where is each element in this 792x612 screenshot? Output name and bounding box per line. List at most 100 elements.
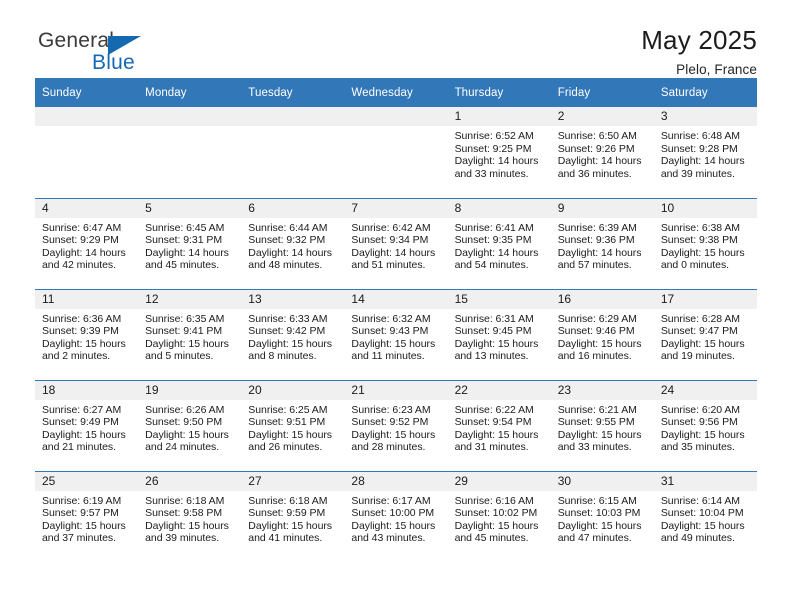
day-number: 19 — [138, 380, 242, 400]
day-cell-inner — [35, 107, 139, 197]
sunset-line: Sunset: 9:57 PM — [42, 507, 119, 520]
sunrise-line: Sunrise: 6:18 AM — [145, 494, 225, 507]
calendar-week-row: 4 Sunrise: 6:47 AM Sunset: 9:29 PM Daylight… — [35, 197, 757, 289]
daylight-line-cont: and 45 minutes. — [454, 532, 529, 545]
day-number: 3 — [653, 107, 757, 126]
daylight-line: Daylight: 15 hours — [557, 337, 642, 350]
calendar-day-cell[interactable]: 24 Sunrise: 6:20 AM Sunset: 9:56 PM Dayligh… — [653, 379, 757, 471]
day-details: Sunrise: 6:22 AM Sunset: 9:54 PM Daylight:… — [448, 400, 551, 454]
calendar-day-cell[interactable]: 20 Sunrise: 6:25 AM Sunset: 9:51 PM Dayligh… — [241, 379, 345, 471]
calendar-day-cell[interactable]: 23 Sunrise: 6:21 AM Sunset: 9:55 PM Dayligh… — [550, 379, 654, 471]
general-blue-logo[interactable]: General Blue — [35, 26, 165, 78]
day-details: Sunrise: 6:45 AM Sunset: 9:31 PM Daylight:… — [138, 218, 241, 272]
sunset-line: Sunset: 9:56 PM — [660, 416, 738, 429]
calendar-day-cell[interactable]: 18 Sunrise: 6:27 AM Sunset: 9:49 PM Dayligh… — [35, 379, 139, 471]
daylight-line: Daylight: 15 hours — [454, 519, 539, 532]
day-number: 17 — [653, 289, 757, 309]
daylight-line-cont: and 16 minutes. — [557, 350, 632, 363]
daylight-line-cont: and 13 minutes. — [454, 350, 529, 363]
sunrise-line: Sunrise: 6:19 AM — [42, 494, 122, 507]
calendar-day-cell[interactable]: 30 Sunrise: 6:15 AM Sunset: 10:03 PM Daylig… — [550, 470, 654, 562]
page-header: General Blue May 2025 Plelo, France — [35, 0, 757, 77]
calendar-day-cell[interactable]: 25 Sunrise: 6:19 AM Sunset: 9:57 PM Dayligh… — [35, 470, 139, 562]
day-cell-inner: 12 Sunrise: 6:35 AM Sunset: 9:41 PM Dayligh… — [138, 289, 242, 380]
sunset-line: Sunset: 9:28 PM — [660, 142, 738, 155]
sunset-line: Sunset: 9:49 PM — [42, 416, 119, 429]
day-number: 25 — [35, 471, 139, 491]
day-details — [344, 126, 447, 130]
daylight-line: Daylight: 15 hours — [351, 428, 436, 441]
sunrise-line: Sunrise: 6:28 AM — [660, 312, 741, 325]
day-number: 7 — [344, 198, 448, 218]
day-cell-inner: 10 Sunrise: 6:38 AM Sunset: 9:38 PM Dayligh… — [653, 198, 757, 289]
logo-word-blue: Blue — [92, 51, 135, 74]
day-cell-inner: 8 Sunrise: 6:41 AM Sunset: 9:35 PM Daylight… — [447, 198, 551, 289]
day-cell-inner: 19 Sunrise: 6:26 AM Sunset: 9:50 PM Dayligh… — [138, 380, 242, 471]
daylight-line-cont: and 54 minutes. — [454, 259, 529, 272]
daylight-line-cont: and 21 minutes. — [42, 441, 116, 454]
day-details: Sunrise: 6:47 AM Sunset: 9:29 PM Daylight:… — [35, 218, 138, 272]
daylight-line: Daylight: 15 hours — [351, 519, 436, 532]
calendar-day-cell[interactable]: 1 Sunrise: 6:52 AM Sunset: 9:25 PM Daylight… — [447, 107, 551, 198]
day-details: Sunrise: 6:27 AM Sunset: 9:49 PM Daylight:… — [35, 400, 138, 454]
sunset-line: Sunset: 9:35 PM — [454, 234, 532, 247]
day-details: Sunrise: 6:16 AM Sunset: 10:02 PM Daylight… — [448, 491, 551, 545]
calendar-day-cell[interactable]: 14 Sunrise: 6:32 AM Sunset: 9:43 PM Dayligh… — [344, 288, 448, 380]
calendar-day-cell[interactable]: 6 Sunrise: 6:44 AM Sunset: 9:32 PM Daylight… — [241, 197, 345, 289]
daylight-line-cont: and 31 minutes. — [454, 441, 529, 454]
calendar-day-cell[interactable]: 4 Sunrise: 6:47 AM Sunset: 9:29 PM Daylight… — [35, 197, 139, 289]
day-number: 30 — [550, 471, 654, 491]
day-number: 9 — [550, 198, 654, 218]
daylight-line: Daylight: 14 hours — [557, 155, 642, 168]
calendar-day-cell[interactable]: 26 Sunrise: 6:18 AM Sunset: 9:58 PM Dayligh… — [138, 470, 242, 562]
calendar-day-cell[interactable]: 7 Sunrise: 6:42 AM Sunset: 9:34 PM Daylight… — [344, 197, 448, 289]
calendar-day-cell[interactable]: 15 Sunrise: 6:31 AM Sunset: 9:45 PM Dayligh… — [447, 288, 551, 380]
day-details: Sunrise: 6:50 AM Sunset: 9:26 PM Daylight:… — [551, 126, 654, 180]
calendar-day-cell[interactable]: 11 Sunrise: 6:36 AM Sunset: 9:39 PM Dayligh… — [35, 288, 139, 380]
calendar-day-cell[interactable]: 17 Sunrise: 6:28 AM Sunset: 9:47 PM Dayligh… — [653, 288, 757, 380]
day-number: 6 — [241, 198, 345, 218]
day-cell-inner: 9 Sunrise: 6:39 AM Sunset: 9:36 PM Daylight… — [550, 198, 654, 289]
calendar-day-cell[interactable]: 21 Sunrise: 6:23 AM Sunset: 9:52 PM Dayligh… — [344, 379, 448, 471]
calendar-week-row: 1 Sunrise: 6:52 AM Sunset: 9:25 PM Daylight… — [35, 107, 757, 198]
sunrise-line: Sunrise: 6:42 AM — [351, 221, 431, 234]
day-details: Sunrise: 6:41 AM Sunset: 9:35 PM Daylight:… — [448, 218, 551, 272]
day-number: 14 — [344, 289, 448, 309]
calendar-day-cell[interactable]: 16 Sunrise: 6:29 AM Sunset: 9:46 PM Dayligh… — [550, 288, 654, 380]
calendar-empty-cell — [35, 107, 139, 198]
day-cell-inner: 25 Sunrise: 6:19 AM Sunset: 9:57 PM Dayligh… — [35, 471, 139, 562]
calendar-day-cell[interactable]: 22 Sunrise: 6:22 AM Sunset: 9:54 PM Dayligh… — [447, 379, 551, 471]
calendar-day-cell[interactable]: 10 Sunrise: 6:38 AM Sunset: 9:38 PM Dayligh… — [653, 197, 757, 289]
weekday-header-sunday: Sunday — [35, 78, 139, 107]
calendar-day-cell[interactable]: 9 Sunrise: 6:39 AM Sunset: 9:36 PM Daylight… — [550, 197, 654, 289]
calendar-day-cell[interactable]: 29 Sunrise: 6:16 AM Sunset: 10:02 PM Daylig… — [447, 470, 551, 562]
daylight-line: Daylight: 15 hours — [145, 337, 229, 350]
sunset-line: Sunset: 9:32 PM — [248, 234, 326, 247]
calendar-day-cell[interactable]: 13 Sunrise: 6:33 AM Sunset: 9:42 PM Dayligh… — [241, 288, 345, 380]
calendar-day-cell[interactable]: 27 Sunrise: 6:18 AM Sunset: 9:59 PM Dayligh… — [241, 470, 345, 562]
weekday-header-thursday: Thursday — [447, 78, 551, 107]
day-details: Sunrise: 6:42 AM Sunset: 9:34 PM Daylight:… — [344, 218, 447, 272]
calendar-day-cell[interactable]: 8 Sunrise: 6:41 AM Sunset: 9:35 PM Daylight… — [447, 197, 551, 289]
calendar-day-cell[interactable]: 5 Sunrise: 6:45 AM Sunset: 9:31 PM Daylight… — [138, 197, 242, 289]
weekday-header-friday: Friday — [550, 78, 654, 107]
day-details — [138, 126, 241, 130]
daylight-line-cont: and 42 minutes. — [42, 259, 116, 272]
day-details: Sunrise: 6:17 AM Sunset: 10:00 PM Daylight… — [344, 491, 447, 545]
sunrise-line: Sunrise: 6:21 AM — [557, 403, 637, 416]
calendar-empty-cell — [344, 107, 448, 198]
calendar-day-cell[interactable]: 28 Sunrise: 6:17 AM Sunset: 10:00 PM Daylig… — [344, 470, 448, 562]
sunrise-line: Sunrise: 6:52 AM — [454, 130, 534, 142]
day-cell-inner: 7 Sunrise: 6:42 AM Sunset: 9:34 PM Daylight… — [344, 198, 448, 289]
sunset-line: Sunset: 9:54 PM — [454, 416, 532, 429]
daylight-line-cont: and 41 minutes. — [248, 532, 323, 545]
sunrise-line: Sunrise: 6:31 AM — [454, 312, 534, 325]
calendar-day-cell[interactable]: 12 Sunrise: 6:35 AM Sunset: 9:41 PM Dayligh… — [138, 288, 242, 380]
day-details — [35, 126, 138, 130]
calendar-day-cell[interactable]: 2 Sunrise: 6:50 AM Sunset: 9:26 PM Daylight… — [550, 107, 654, 198]
daylight-line: Daylight: 14 hours — [351, 246, 436, 259]
calendar-day-cell[interactable]: 3 Sunrise: 6:48 AM Sunset: 9:28 PM Daylight… — [653, 107, 757, 198]
daylight-line-cont: and 51 minutes. — [351, 259, 426, 272]
calendar-day-cell[interactable]: 31 Sunrise: 6:14 AM Sunset: 10:04 PM Daylig… — [653, 470, 757, 562]
calendar-day-cell[interactable]: 19 Sunrise: 6:26 AM Sunset: 9:50 PM Dayligh… — [138, 379, 242, 471]
